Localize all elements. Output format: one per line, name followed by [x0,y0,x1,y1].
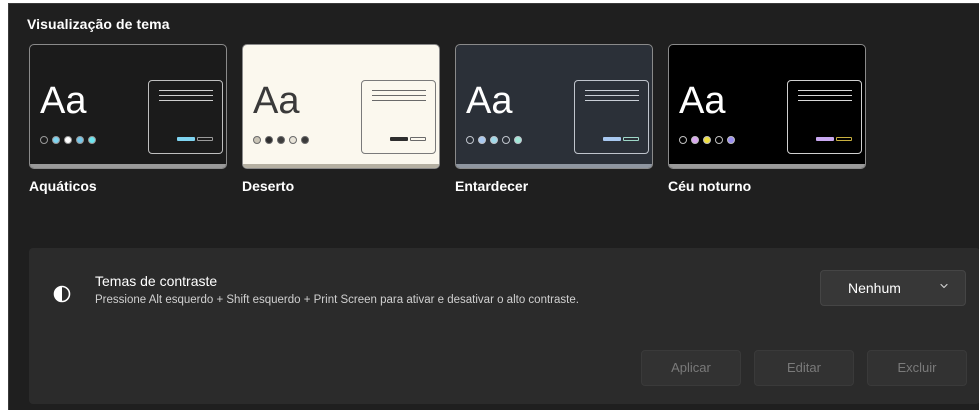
contrast-themes-title: Temas de contraste [95,273,218,289]
contrast-themes-description: Pressione Alt esquerdo + Shift esquerdo … [95,294,579,306]
theme-color-dot [715,136,723,144]
theme-color-dot [64,136,72,144]
theme-sample-text: Aa [679,80,726,122]
theme-label-aquaticos[interactable]: Aquáticos [29,178,97,194]
theme-window-preview [787,80,862,154]
theme-color-dot [727,136,735,144]
theme-color-dots [679,136,735,144]
theme-label-ceu-noturno[interactable]: Céu noturno [668,178,751,194]
contrast-theme-dropdown[interactable]: Nenhum [820,270,966,306]
theme-label-entardecer[interactable]: Entardecer [455,178,528,194]
dropdown-value: Nenhum [848,280,901,296]
theme-color-dots [253,136,309,144]
theme-color-dot [76,136,84,144]
theme-sample-text: Aa [466,80,513,122]
theme-card-entardecer[interactable]: Aa [455,44,653,169]
theme-color-dot [478,136,486,144]
theme-color-dot [514,136,522,144]
settings-window: Visualização de tema Aa Aquáticos Aa Des… [8,3,979,410]
theme-color-dot [466,136,474,144]
theme-color-dot [253,136,261,144]
theme-color-dot [52,136,60,144]
section-title: Visualização de tema [27,16,170,32]
edit-button[interactable]: Editar [754,350,854,386]
contrast-icon [53,285,71,303]
theme-color-dot [301,136,309,144]
theme-window-preview [361,80,436,154]
theme-label-deserto[interactable]: Deserto [242,178,294,194]
theme-color-dot [502,136,510,144]
apply-button[interactable]: Aplicar [641,350,741,386]
theme-color-dot [679,136,687,144]
theme-color-dots [40,136,96,144]
theme-color-dots [466,136,522,144]
theme-color-dot [88,136,96,144]
theme-color-dot [691,136,699,144]
theme-card-deserto[interactable]: Aa [242,44,440,169]
theme-card-aquaticos[interactable]: Aa [29,44,227,169]
theme-sample-text: Aa [253,80,300,122]
theme-sample-text: Aa [40,80,87,122]
theme-color-dot [703,136,711,144]
theme-card-ceu-noturno[interactable]: Aa [668,44,866,169]
theme-window-preview [574,80,649,154]
delete-button[interactable]: Excluir [867,350,967,386]
theme-color-dot [40,136,48,144]
theme-color-dot [289,136,297,144]
theme-color-dot [277,136,285,144]
contrast-themes-panel: Temas de contraste Pressione Alt esquerd… [29,248,979,404]
theme-color-dot [265,136,273,144]
chevron-down-icon [940,283,948,289]
theme-color-dot [490,136,498,144]
theme-window-preview [148,80,223,154]
